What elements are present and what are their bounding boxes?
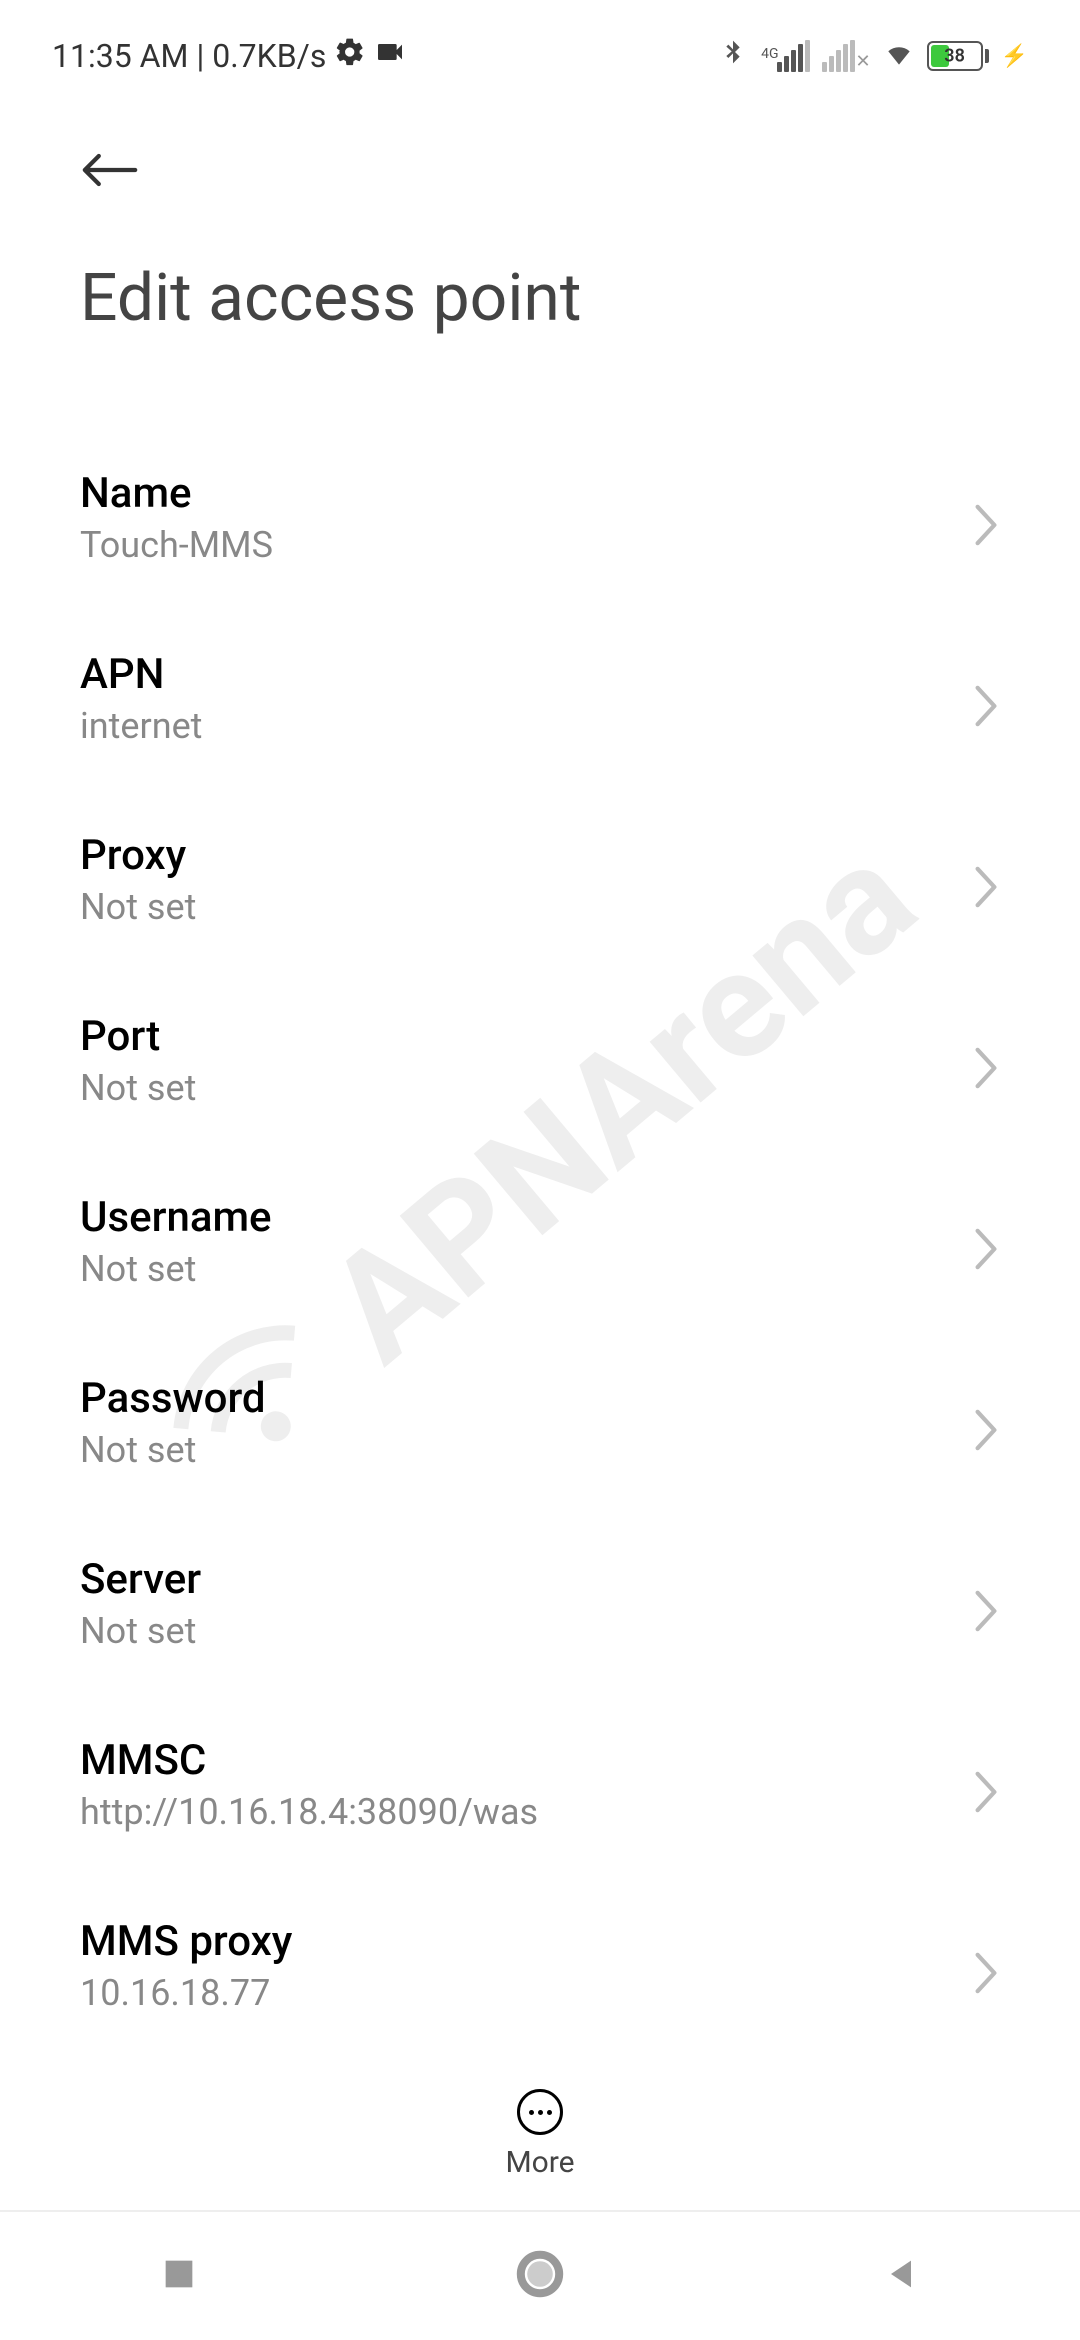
charging-icon: ⚡	[1001, 44, 1028, 69]
setting-value: Touch-MMS	[80, 524, 273, 566]
signal-bars-secondary-icon	[822, 40, 855, 72]
setting-row-mmsc[interactable]: MMSC http://10.16.18.4:38090/was	[80, 1694, 1000, 1875]
setting-row-apn[interactable]: APN internet	[80, 608, 1000, 789]
setting-label: Port	[80, 1012, 196, 1061]
scroll-fade	[0, 2030, 1080, 2070]
setting-label: MMSC	[80, 1736, 538, 1785]
status-bar: 11:35 AM | 0.7KB/s 4G	[0, 0, 1080, 90]
status-separator: |	[196, 37, 204, 75]
chevron-right-icon	[972, 1590, 1000, 1618]
signal-group-2: ✕	[822, 40, 871, 72]
battery-icon: 38	[927, 41, 989, 71]
chevron-right-icon	[972, 1047, 1000, 1075]
setting-value: internet	[80, 705, 202, 747]
setting-value: Not set	[80, 1610, 201, 1652]
setting-row-name[interactable]: Name Touch-MMS	[80, 427, 1000, 608]
network-type-label: 4G	[761, 46, 778, 62]
setting-value: Not set	[80, 1248, 272, 1290]
setting-value: Not set	[80, 886, 196, 928]
setting-label: APN	[80, 650, 202, 699]
chevron-right-icon	[972, 685, 1000, 713]
setting-row-server[interactable]: Server Not set	[80, 1513, 1000, 1694]
chevron-right-icon	[972, 1228, 1000, 1256]
status-speed: 0.7KB/s	[212, 37, 326, 75]
signal-bars-icon	[777, 40, 810, 72]
status-right: 4G ✕ 38	[717, 38, 1028, 74]
setting-value: Not set	[80, 1429, 266, 1471]
setting-label: Name	[80, 469, 273, 518]
setting-row-password[interactable]: Password Not set	[80, 1332, 1000, 1513]
setting-value: Not set	[80, 1067, 196, 1109]
setting-row-proxy[interactable]: Proxy Not set	[80, 789, 1000, 970]
back-button[interactable]	[80, 140, 140, 200]
gear-icon	[334, 36, 366, 76]
chevron-right-icon	[972, 1409, 1000, 1437]
chevron-right-icon	[972, 504, 1000, 532]
more-button[interactable]	[517, 2089, 563, 2135]
more-label: More	[505, 2145, 574, 2180]
nav-back-button[interactable]	[881, 2254, 921, 2298]
setting-label: Proxy	[80, 831, 196, 880]
wifi-icon	[883, 38, 915, 74]
signal-group-1: 4G	[761, 40, 809, 72]
setting-row-port[interactable]: Port Not set	[80, 970, 1000, 1151]
bluetooth-icon	[717, 38, 749, 74]
bottom-action-bar: More	[0, 2058, 1080, 2210]
chevron-right-icon	[972, 1952, 1000, 1980]
setting-row-username[interactable]: Username Not set	[80, 1151, 1000, 1332]
status-time: 11:35 AM	[52, 37, 188, 75]
navigation-bar	[0, 2210, 1080, 2340]
setting-label: Server	[80, 1555, 201, 1604]
chevron-right-icon	[972, 1771, 1000, 1799]
chevron-right-icon	[972, 866, 1000, 894]
video-camera-icon	[374, 36, 406, 76]
setting-value: 10.16.18.77	[80, 1972, 292, 2014]
nav-home-button[interactable]	[516, 2250, 564, 2302]
setting-label: MMS proxy	[80, 1917, 292, 1966]
nav-recents-button[interactable]	[159, 2254, 199, 2298]
battery-percentage: 38	[944, 46, 965, 67]
setting-label: Password	[80, 1374, 266, 1423]
no-sim-icon: ✕	[856, 51, 871, 72]
status-left: 11:35 AM | 0.7KB/s	[52, 36, 406, 76]
setting-value: http://10.16.18.4:38090/was	[80, 1791, 538, 1833]
page-title: Edit access point	[0, 200, 1080, 427]
header	[0, 90, 1080, 200]
settings-list: Name Touch-MMS APN internet Proxy Not se…	[0, 427, 1080, 2040]
setting-label: Username	[80, 1193, 272, 1242]
setting-row-mms-proxy[interactable]: MMS proxy 10.16.18.77	[80, 1875, 1000, 2040]
